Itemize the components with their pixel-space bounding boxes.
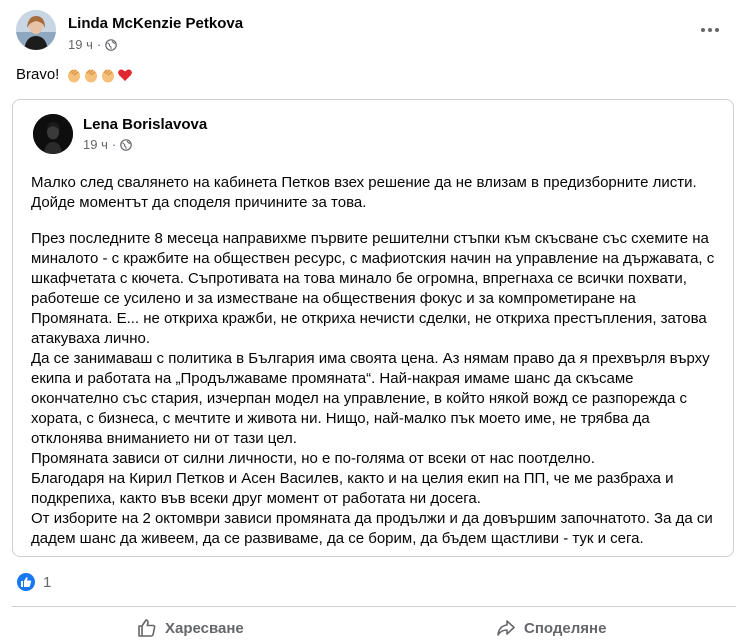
shared-post-meta: 19 ч · <box>83 137 133 152</box>
share-button[interactable]: Споделяне <box>496 618 606 638</box>
like-button[interactable]: Харесване <box>137 618 244 638</box>
thumbs-up-icon <box>138 619 156 637</box>
post-header: Linda McKenzie Petkova 19 ч · <box>16 10 732 58</box>
shared-author-avatar[interactable] <box>33 114 73 154</box>
more-options-icon[interactable] <box>698 22 722 38</box>
post-text: Bravo! <box>16 66 133 83</box>
author-name[interactable]: Linda McKenzie Petkova <box>68 15 243 32</box>
author-avatar[interactable] <box>16 10 56 50</box>
paragraph: От изборите на 2 октомври зависи промяна… <box>31 510 713 547</box>
clap-emoji-icon <box>68 69 81 82</box>
globe-icon[interactable] <box>105 38 118 51</box>
post-time[interactable]: 19 ч <box>68 37 93 52</box>
post-message: Bravo! <box>16 66 60 83</box>
paragraph: Промяната зависи от силни личности, но е… <box>31 450 595 467</box>
divider <box>12 606 736 607</box>
globe-icon[interactable] <box>120 138 133 151</box>
paragraph: През последните 8 месеца направихме първ… <box>31 230 715 347</box>
reaction-count[interactable]: 1 <box>43 574 51 591</box>
paragraph: Малко след свалянето на кабинета Петков … <box>31 174 697 211</box>
paragraph: Да се занимаваш с политика в България им… <box>31 350 710 447</box>
paragraph: Благодаря на Кирил Петков и Асен Василев… <box>31 470 674 507</box>
post-meta: 19 ч · <box>68 37 118 52</box>
heart-emoji-icon <box>118 69 133 81</box>
reactions-summary[interactable]: 1 <box>17 573 51 591</box>
like-reaction-icon <box>17 573 35 591</box>
shared-author-name[interactable]: Lena Borislavova <box>83 116 207 133</box>
share-arrow-icon <box>497 620 515 636</box>
like-label: Харесване <box>165 619 244 637</box>
clap-emoji-icon <box>85 69 98 82</box>
share-label: Споделяне <box>524 619 607 637</box>
shared-post-time[interactable]: 19 ч <box>83 137 108 152</box>
shared-post-body: Малко след свалянето на кабинета Петков … <box>31 173 721 549</box>
clap-emoji-icon <box>102 69 115 82</box>
shared-post-card[interactable]: Lena Borislavova 19 ч · Малко след сваля… <box>12 99 734 557</box>
